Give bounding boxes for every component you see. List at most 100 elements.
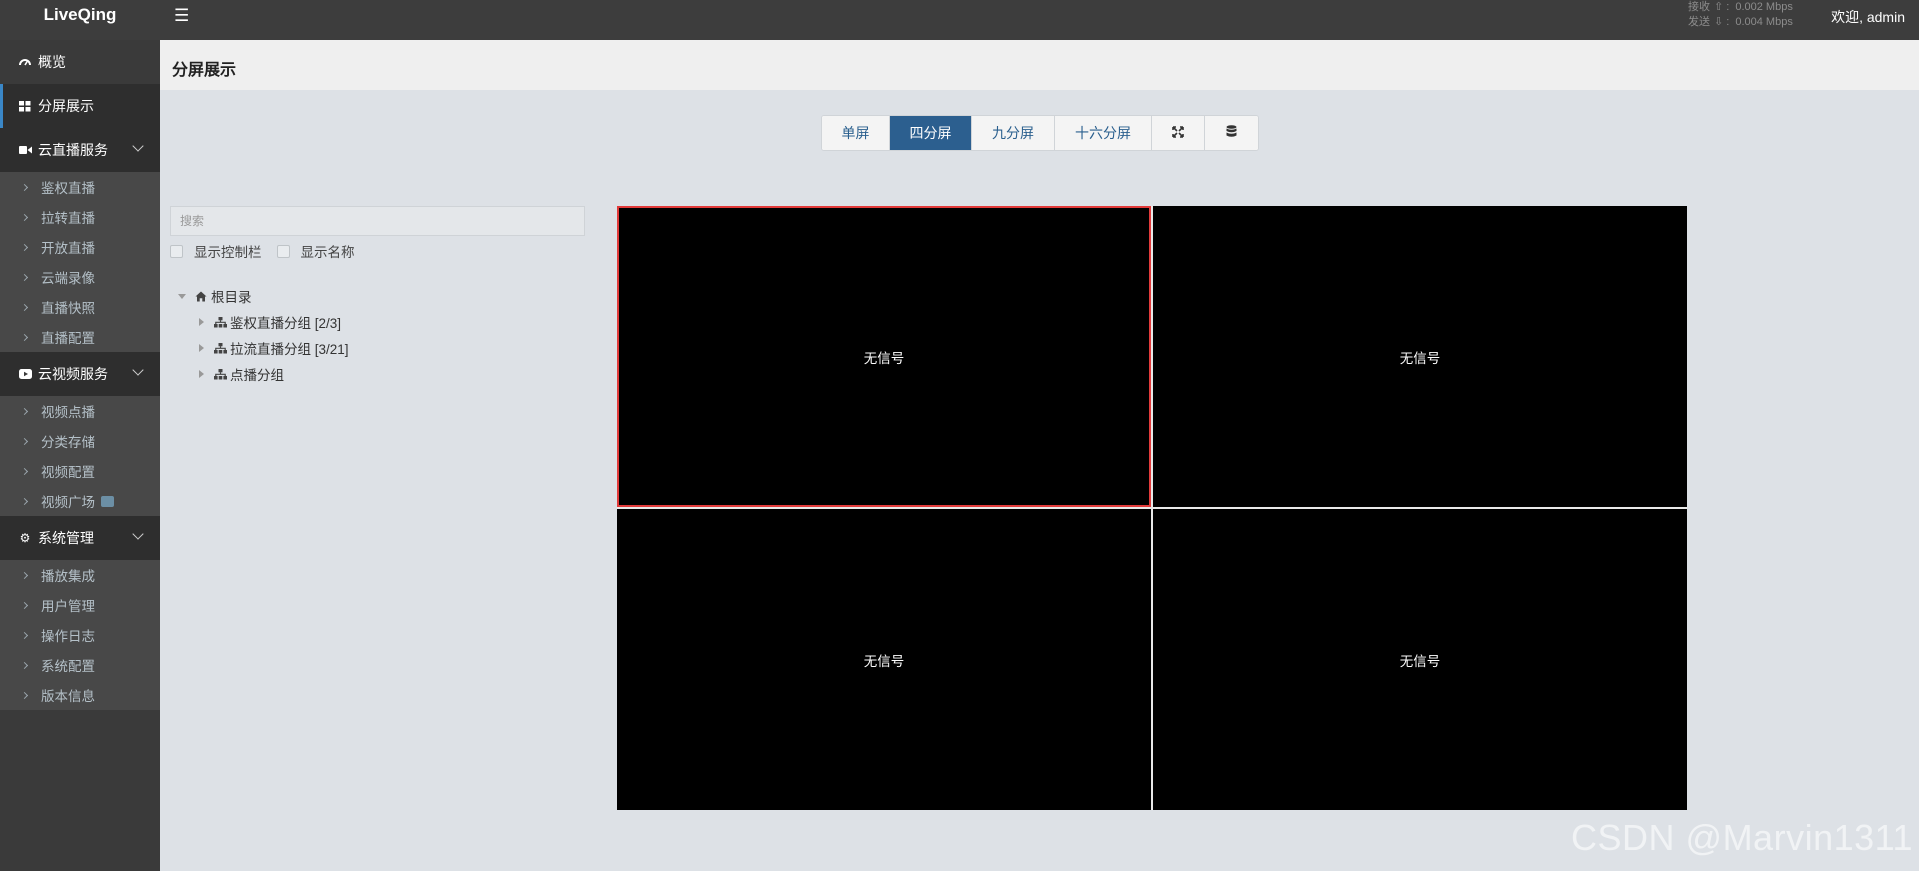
chevron-down-icon <box>132 364 144 376</box>
user-welcome[interactable]: 欢迎, admin <box>1831 7 1905 27</box>
sidebar-item-video-square[interactable]: 视频广场 <box>0 486 160 516</box>
sidebar-submenu-video: 视频点播 分类存储 视频配置 视频广场 <box>0 396 160 516</box>
arrow-down-icon: ⇩ : <box>1714 16 1730 28</box>
single-screen-button[interactable]: 单屏 <box>822 116 890 150</box>
sidebar-item-label: 视频配置 <box>41 465 95 480</box>
chevron-down-icon <box>132 528 144 540</box>
show-names-label[interactable]: 显示名称 <box>301 241 355 261</box>
menu-toggle-icon[interactable]: ☰ <box>174 6 189 26</box>
sidebar-item-system-config[interactable]: 系统配置 <box>0 650 160 680</box>
database-button[interactable] <box>1205 116 1258 150</box>
expand-toggle-icon[interactable] <box>199 344 204 352</box>
sidebar-group-label: 系统管理 <box>38 530 94 546</box>
sidebar-item-pull-live[interactable]: 拉转直播 <box>0 202 160 232</box>
no-signal-text: 无信号 <box>863 653 905 669</box>
sidebar-item-label: 视频广场 <box>41 495 95 510</box>
grid-icon <box>18 100 32 112</box>
fullscreen-icon <box>1172 125 1184 141</box>
page-header: 分屏展示 <box>160 40 1919 90</box>
sidebar-group-label: 云直播服务 <box>38 142 108 158</box>
sidebar-item-live-snapshot[interactable]: 直播快照 <box>0 292 160 322</box>
sidebar-item-vod[interactable]: 视频点播 <box>0 396 160 426</box>
search-input[interactable] <box>170 206 585 236</box>
nine-screen-button[interactable]: 九分屏 <box>972 116 1055 150</box>
external-link-icon <box>101 495 114 507</box>
video-player-2[interactable]: 无信号 <box>1153 206 1687 507</box>
sidebar-item-label: 鉴权直播 <box>41 181 95 196</box>
home-icon <box>194 291 208 302</box>
expand-toggle-icon[interactable] <box>199 370 204 378</box>
sidebar-item-overview[interactable]: 概览 <box>0 40 160 84</box>
no-signal-text: 无信号 <box>1399 350 1441 366</box>
show-controls-checkbox[interactable] <box>170 244 183 258</box>
dashboard-icon <box>18 56 32 68</box>
show-controls-label[interactable]: 显示控制栏 <box>194 241 262 261</box>
sidebar-group-system[interactable]: ⚙ 系统管理 <box>0 516 160 560</box>
sitemap-icon <box>213 342 227 354</box>
video-player-4[interactable]: 无信号 <box>1153 509 1687 810</box>
expand-toggle-icon[interactable] <box>199 318 204 326</box>
chevron-right-icon <box>20 437 29 445</box>
chevron-right-icon <box>20 183 29 191</box>
sidebar-item-cloud-record[interactable]: 云端录像 <box>0 262 160 292</box>
fullscreen-button[interactable] <box>1152 116 1205 150</box>
youtube-play-icon <box>18 369 32 379</box>
chevron-right-icon <box>20 631 29 639</box>
no-signal-text: 无信号 <box>863 350 905 366</box>
database-icon <box>1226 125 1237 141</box>
sidebar-item-version-info[interactable]: 版本信息 <box>0 680 160 710</box>
sidebar-item-label: 播放集成 <box>41 569 95 584</box>
sidebar-item-label: 用户管理 <box>41 599 95 614</box>
expand-toggle-icon[interactable] <box>178 293 186 299</box>
chevron-right-icon <box>20 333 29 341</box>
sidebar-item-label: 视频点播 <box>41 405 95 420</box>
sitemap-icon <box>213 368 227 380</box>
sidebar-item-live-config[interactable]: 直播配置 <box>0 322 160 352</box>
sidebar-item-split-view[interactable]: 分屏展示 <box>0 84 160 128</box>
four-screen-button[interactable]: 四分屏 <box>890 116 972 150</box>
tree-node-vod-group[interactable]: 点播分组 <box>178 361 349 387</box>
sidebar-item-video-config[interactable]: 视频配置 <box>0 456 160 486</box>
sidebar-item-label: 概览 <box>38 54 66 70</box>
sidebar-group-video[interactable]: 云视频服务 <box>0 352 160 396</box>
video-grid: 无信号 无信号 无信号 无信号 <box>617 206 1687 810</box>
brand-logo[interactable]: LiveQing <box>0 0 160 40</box>
sidebar-submenu-live: 鉴权直播 拉转直播 开放直播 云端录像 直播快照 直播配置 <box>0 172 160 352</box>
video-camera-icon <box>18 145 32 155</box>
chevron-right-icon <box>20 407 29 415</box>
arrow-up-icon: ⇧ : <box>1714 1 1730 13</box>
sidebar-item-label: 拉转直播 <box>41 211 95 226</box>
show-names-checkbox[interactable] <box>276 244 290 258</box>
sidebar-item-open-live[interactable]: 开放直播 <box>0 232 160 262</box>
sidebar-item-label: 开放直播 <box>41 241 95 256</box>
tree-node-auth-group[interactable]: 鉴权直播分组 [2/3] <box>178 309 349 335</box>
sidebar-item-label: 操作日志 <box>41 629 95 644</box>
no-signal-text: 无信号 <box>1399 653 1441 669</box>
video-player-3[interactable]: 无信号 <box>617 509 1151 810</box>
chevron-right-icon <box>20 273 29 281</box>
sidebar-item-label: 直播配置 <box>41 331 95 346</box>
sidebar-item-label: 版本信息 <box>41 689 95 704</box>
chevron-right-icon <box>20 497 29 505</box>
sidebar-group-label: 云视频服务 <box>38 366 108 382</box>
sixteen-screen-button[interactable]: 十六分屏 <box>1055 116 1152 150</box>
sidebar-item-operation-log[interactable]: 操作日志 <box>0 620 160 650</box>
tree-node-label: 根目录 <box>211 290 252 305</box>
tree-node-root[interactable]: 根目录 <box>178 283 349 309</box>
sidebar-item-label: 分类存储 <box>41 435 95 450</box>
top-bar: LiveQing ☰ 接收 ⇧ : 0.002 Mbps 发送 ⇩ : 0.00… <box>0 0 1919 40</box>
sidebar-item-auth-live[interactable]: 鉴权直播 <box>0 172 160 202</box>
network-stats: 接收 ⇧ : 0.002 Mbps 发送 ⇩ : 0.004 Mbps <box>1688 0 1808 30</box>
sidebar-group-live[interactable]: 云直播服务 <box>0 128 160 172</box>
sidebar-item-label: 直播快照 <box>41 301 95 316</box>
chevron-right-icon <box>20 661 29 669</box>
display-options: 显示控制栏 显示名称 <box>170 241 370 261</box>
sidebar-item-player-integration[interactable]: 播放集成 <box>0 560 160 590</box>
tree-node-pull-group[interactable]: 拉流直播分组 [3/21] <box>178 335 349 361</box>
sidebar-item-user-management[interactable]: 用户管理 <box>0 590 160 620</box>
sidebar-item-category-storage[interactable]: 分类存储 <box>0 426 160 456</box>
video-player-1[interactable]: 无信号 <box>617 206 1151 507</box>
chevron-right-icon <box>20 467 29 475</box>
chevron-right-icon <box>20 571 29 579</box>
page-title: 分屏展示 <box>172 62 237 79</box>
